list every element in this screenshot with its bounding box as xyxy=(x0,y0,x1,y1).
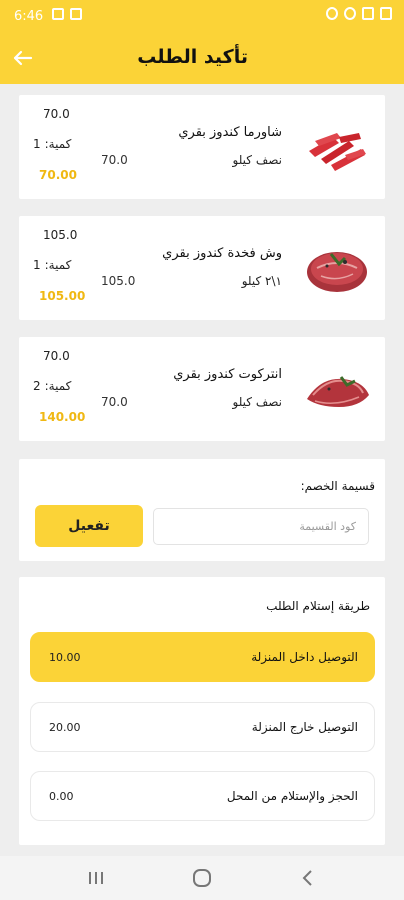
delivery-option-price: 10.00 xyxy=(49,651,81,664)
quantity: كمية: 1 xyxy=(33,258,71,272)
delivery-option-inside[interactable]: التوصيل داخل المنزلة 10.00 xyxy=(30,632,375,682)
item-total: 105.00 xyxy=(39,289,86,303)
app-bar: تأكيد الطلب xyxy=(0,34,404,84)
product-unit: نصف كيلو xyxy=(232,153,283,167)
steak-image xyxy=(307,252,367,292)
delivery-option-price: 0.00 xyxy=(49,790,74,803)
meat-strips-image xyxy=(309,133,366,171)
product-name: وش فخدة كندوز بقري xyxy=(162,246,282,261)
signal-icon xyxy=(362,7,374,20)
product-name: شاورما كندوز بقري xyxy=(178,125,282,140)
coupon-label: قسيمة الخصم: xyxy=(300,479,375,493)
chevron-left-icon xyxy=(302,870,312,886)
item-price: 70.0 xyxy=(43,107,70,121)
status-bar: 6:46 xyxy=(0,0,404,34)
delivery-option-pickup[interactable]: الحجز والإستلام من المحل 0.00 xyxy=(30,771,375,821)
quantity-value: 1 xyxy=(33,258,41,272)
arrow-left-icon xyxy=(13,50,33,66)
home-button[interactable] xyxy=(190,866,214,890)
quantity-value: 2 xyxy=(33,379,41,393)
system-navigation-bar xyxy=(0,856,404,900)
delivery-option-price: 20.00 xyxy=(49,721,81,734)
unit-price: 70.0 xyxy=(101,395,128,409)
item-price: 105.0 xyxy=(43,228,78,242)
delivery-option-name: التوصيل خارج المنزلة xyxy=(251,720,358,734)
delivery-heading: طريقة إستلام الطلب xyxy=(266,599,370,613)
wifi-icon xyxy=(344,7,356,20)
app-notification-icon xyxy=(70,8,82,20)
item-total: 140.00 xyxy=(39,410,86,424)
coupon-code-input[interactable] xyxy=(153,508,369,545)
recent-apps-button[interactable] xyxy=(84,866,108,890)
back-button[interactable] xyxy=(6,42,38,74)
product-unit: نصف كيلو xyxy=(232,395,283,409)
page-title: تأكيد الطلب xyxy=(137,46,248,68)
system-back-button[interactable] xyxy=(296,866,320,890)
home-icon xyxy=(193,869,211,887)
delivery-option-name: الحجز والإستلام من المحل xyxy=(226,789,358,803)
quantity: كمية: 1 xyxy=(33,137,71,151)
unit-price: 105.0 xyxy=(101,274,136,288)
recent-apps-icon xyxy=(89,872,103,884)
product-unit: ١\٢ كيلو xyxy=(241,274,282,288)
product-name: انتركوت كندوز بقري xyxy=(173,367,282,382)
quantity-label: كمية: xyxy=(44,379,72,393)
item-total: 70.00 xyxy=(39,168,77,182)
delivery-method-card: طريقة إستلام الطلب التوصيل داخل المنزلة … xyxy=(19,577,385,845)
order-item-card: وش فخدة كندوز بقري ١\٢ كيلو 105.0 105.0 … xyxy=(19,216,385,320)
quantity-label: كمية: xyxy=(44,258,72,272)
order-item-card: انتركوت كندوز بقري نصف كيلو 70.0 70.0 كم… xyxy=(19,337,385,441)
unit-price: 70.0 xyxy=(101,153,128,167)
gallery-notification-icon xyxy=(52,8,64,20)
quantity-value: 1 xyxy=(33,137,41,151)
mute-icon xyxy=(326,7,338,20)
quantity: كمية: 2 xyxy=(33,379,71,393)
battery-icon xyxy=(380,7,392,20)
status-time: 6:46 xyxy=(14,9,44,24)
item-price: 70.0 xyxy=(43,349,70,363)
order-item-card: شاورما كندوز بقري نصف كيلو 70.0 70.0 كمي… xyxy=(19,95,385,199)
meat-slices-image xyxy=(307,376,369,407)
activate-coupon-button[interactable]: تفعيل xyxy=(35,505,143,547)
quantity-label: كمية: xyxy=(44,137,72,151)
delivery-option-outside[interactable]: التوصيل خارج المنزلة 20.00 xyxy=(30,702,375,752)
delivery-option-name: التوصيل داخل المنزلة xyxy=(251,650,358,664)
coupon-card: قسيمة الخصم: تفعيل xyxy=(19,459,385,561)
